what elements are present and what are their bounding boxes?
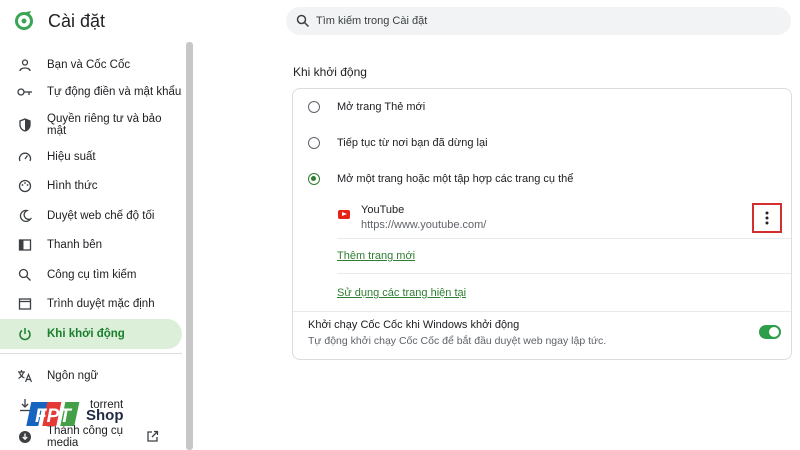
sidebar-item-label: Bạn và Cốc Cốc: [47, 59, 131, 71]
translate-icon: [17, 368, 33, 384]
add-new-page-link[interactable]: Thêm trang mới: [337, 250, 415, 262]
sidebar-divider: [0, 353, 182, 354]
search-input[interactable]: [316, 15, 756, 27]
sidebar-item-performance[interactable]: Hiệu suất: [0, 146, 182, 168]
sidebar-item-label: Tự động điền và mật khẩu: [47, 86, 182, 98]
sidebar-item-label: Khi khởi động: [47, 328, 125, 340]
sidebar-icon: [17, 237, 33, 253]
sidebar-item-on-startup[interactable]: Khi khởi động: [0, 319, 182, 349]
sidebar: Bạn và Cốc Cốc Tự động điền và mật khẩu …: [0, 44, 194, 450]
sidebar-item-default-browser[interactable]: Trình duyệt mặc định: [0, 293, 182, 315]
sidebar-item-sidebar[interactable]: Thanh bên: [0, 234, 182, 256]
page-url: https://www.youtube.com/: [361, 219, 487, 231]
sidebar-item-search-engine[interactable]: Công cụ tìm kiếm: [0, 264, 182, 286]
radio-option-new-tab[interactable]: Mở trang Thẻ mới: [293, 96, 791, 118]
sidebar-item-autofill[interactable]: Tự động điền và mật khẩu: [0, 81, 182, 103]
fpt-brand-text: FPT: [35, 406, 72, 427]
startup-page-entry: YouTube https://www.youtube.com/: [293, 201, 791, 237]
radio-button[interactable]: [308, 101, 320, 113]
shop-brand-text: Shop: [86, 407, 124, 424]
sidebar-item-languages[interactable]: Ngôn ngữ: [0, 365, 182, 387]
header: Cài đặt: [0, 0, 800, 44]
use-current-pages-link[interactable]: Sử dụng các trang hiện tại: [337, 287, 466, 299]
shield-icon: [17, 117, 33, 133]
sidebar-item-label: Hiệu suất: [47, 151, 96, 163]
external-link-icon[interactable]: [146, 430, 159, 443]
launch-on-startup-title: Khởi chạy Cốc Cốc khi Windows khởi động: [308, 319, 520, 331]
radio-option-continue[interactable]: Tiếp tục từ nơi bạn đã dừng lại: [293, 132, 791, 154]
launch-on-startup-toggle[interactable]: [759, 325, 781, 339]
sidebar-scrollbar[interactable]: [186, 42, 193, 450]
moon-icon: [17, 208, 33, 224]
divider: [337, 238, 791, 239]
key-icon: [17, 84, 33, 100]
fptshop-logo: FPT Shop: [26, 402, 124, 427]
sidebar-item-you-and-coccoc[interactable]: Bạn và Cốc Cốc: [0, 54, 182, 76]
youtube-favicon-icon: [338, 210, 350, 219]
palette-icon: [17, 178, 33, 194]
person-icon: [17, 57, 33, 73]
radio-label: Mở trang Thẻ mới: [337, 101, 426, 113]
sidebar-item-label: Ngôn ngữ: [47, 370, 99, 382]
sidebar-item-appearance[interactable]: Hình thức: [0, 175, 182, 197]
sidebar-item-label: Duyệt web chế độ tối: [47, 210, 155, 222]
radio-label: Tiếp tục từ nơi bạn đã dừng lại: [337, 137, 488, 149]
sidebar-item-label: Công cụ tìm kiếm: [47, 269, 137, 281]
sidebar-item-dark-mode[interactable]: Duyệt web chế độ tối: [0, 205, 182, 227]
launch-on-startup-description: Tự động khởi chạy Cốc Cốc để bắt đầu duy…: [308, 335, 607, 347]
page-name: YouTube: [361, 204, 405, 216]
radio-label: Mở một trang hoặc một tập hợp các trang …: [337, 173, 574, 185]
page-title: Cài đặt: [48, 11, 106, 31]
speedometer-icon: [17, 149, 33, 165]
radio-button-checked[interactable]: [308, 173, 320, 185]
search-icon: [296, 14, 310, 28]
sidebar-item-label: Quyền riêng tư và bảo mật: [47, 113, 162, 137]
startup-card: Mở trang Thẻ mới Tiếp tục từ nơi bạn đã …: [292, 88, 792, 360]
search-icon: [17, 267, 33, 283]
divider: [337, 273, 791, 274]
section-title: Khi khởi động: [293, 65, 367, 79]
power-icon: [17, 326, 33, 342]
more-actions-button[interactable]: [752, 203, 782, 233]
sidebar-item-privacy[interactable]: Quyền riêng tư và bảo mật: [0, 108, 182, 142]
search-box[interactable]: [286, 7, 791, 35]
more-vert-icon: [765, 211, 769, 225]
sidebar-item-label: Hình thức: [47, 180, 98, 192]
radio-option-specific-pages[interactable]: Mở một trang hoặc một tập hợp các trang …: [293, 168, 791, 190]
divider: [293, 311, 791, 312]
coccoc-logo-icon: [15, 11, 33, 30]
browser-icon: [17, 296, 33, 312]
sidebar-item-label: Trình duyệt mặc định: [47, 298, 155, 310]
sidebar-item-label: Thanh bên: [47, 239, 102, 251]
radio-button[interactable]: [308, 137, 320, 149]
